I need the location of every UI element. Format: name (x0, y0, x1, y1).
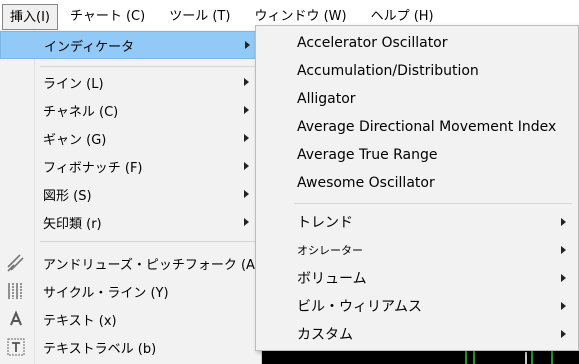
submenu-item-bill-williams[interactable]: ビル・ウィリアムス (256, 292, 578, 320)
menu-tools[interactable]: ツール (T) (157, 4, 242, 30)
submenu-arrow-icon (244, 78, 249, 86)
indicator-item[interactable]: Average True Range (256, 141, 578, 169)
menu-item-shapes[interactable]: 図形 (S) (0, 180, 258, 208)
submenu-arrow-icon (244, 218, 249, 226)
menu-insert[interactable]: 挿入(I) (2, 4, 58, 30)
indicator-item[interactable]: Accumulation/Distribution (256, 57, 578, 85)
menu-item-label: サイクル・ライン (Y) (43, 285, 169, 301)
menu-item-text-label[interactable]: テキストラベル (b) (0, 333, 258, 361)
text-icon (6, 309, 26, 329)
submenu-arrow-icon (244, 190, 249, 198)
indicator-label: Average True Range (297, 147, 438, 163)
menu-item-label: アンドリューズ・ピッチフォーク (A) (43, 257, 260, 273)
menu-item-label: ギャン (G) (43, 132, 107, 148)
indicator-label: Accumulation/Distribution (297, 63, 479, 79)
category-label: ビル・ウィリアムス (297, 299, 423, 315)
submenu-arrow-icon (561, 330, 566, 338)
menu-item-indicators[interactable]: インディケータ (0, 31, 258, 59)
menu-item-label: チャネル (C) (43, 104, 119, 120)
submenu-item-trend[interactable]: トレンド (256, 208, 578, 236)
indicator-label: Awesome Oscillator (297, 175, 435, 191)
menu-item-text[interactable]: テキスト (x) (0, 305, 258, 333)
menu-chart[interactable]: チャート (C) (58, 4, 157, 30)
submenu-item-custom[interactable]: カスタム (256, 320, 578, 348)
menu-separator (40, 66, 255, 67)
menu-item-line[interactable]: ライン (L) (0, 68, 258, 96)
chart-bar (465, 350, 467, 364)
menu-item-label: ライン (L) (43, 76, 104, 92)
category-label: カスタム (297, 327, 353, 343)
menu-item-label: フィボナッチ (F) (43, 160, 143, 176)
category-label: トレンド (297, 215, 353, 231)
submenu-arrow-icon (244, 134, 249, 142)
menu-item-cycle-lines[interactable]: サイクル・ライン (Y) (0, 277, 258, 305)
indicator-item[interactable]: Average Directional Movement Index (256, 113, 578, 141)
submenu-arrow-icon (561, 302, 566, 310)
insert-menu: インディケータ ライン (L) チャネル (C) ギャン (G) フィボナッチ … (0, 30, 262, 364)
chart-bar (525, 352, 527, 364)
submenu-arrow-icon (244, 162, 249, 170)
submenu-arrow-icon (561, 246, 566, 254)
menu-item-fibonacci[interactable]: フィボナッチ (F) (0, 152, 258, 180)
indicator-label: Accelerator Oscillator (297, 35, 448, 51)
indicator-item[interactable]: Awesome Oscillator (256, 169, 578, 197)
category-label: オシレーター (297, 244, 363, 257)
cycle-lines-icon (6, 281, 26, 301)
text-label-icon (6, 337, 26, 357)
indicator-label: Alligator (297, 91, 356, 107)
pitchfork-icon (6, 253, 26, 273)
indicator-item[interactable]: Alligator (256, 85, 578, 113)
indicators-submenu: Accelerator Oscillator Accumulation/Dist… (255, 25, 579, 351)
submenu-arrow-icon (561, 218, 566, 226)
menu-item-channel[interactable]: チャネル (C) (0, 96, 258, 124)
submenu-arrow-icon (244, 106, 249, 114)
menu-item-label: テキストラベル (b) (43, 341, 157, 357)
submenu-arrow-icon (561, 274, 566, 282)
menu-item-label: インディケータ (44, 39, 135, 55)
indicator-label: Average Directional Movement Index (297, 119, 557, 135)
menu-item-gann[interactable]: ギャン (G) (0, 124, 258, 152)
menu-item-label: テキスト (x) (43, 313, 117, 329)
submenu-item-oscillators[interactable]: オシレーター (256, 236, 578, 264)
category-label: ボリューム (297, 271, 367, 287)
menu-separator (40, 241, 255, 242)
submenu-item-volumes[interactable]: ボリューム (256, 264, 578, 292)
submenu-separator (294, 203, 572, 204)
menu-item-label: 矢印類 (r) (43, 216, 102, 232)
menu-item-arrows[interactable]: 矢印類 (r) (0, 208, 258, 236)
submenu-arrow-icon (245, 41, 250, 49)
indicator-item[interactable]: Accelerator Oscillator (256, 29, 578, 57)
menu-item-andrews-pitchfork[interactable]: アンドリューズ・ピッチフォーク (A) (0, 249, 260, 277)
menu-item-label: 図形 (S) (43, 188, 92, 204)
